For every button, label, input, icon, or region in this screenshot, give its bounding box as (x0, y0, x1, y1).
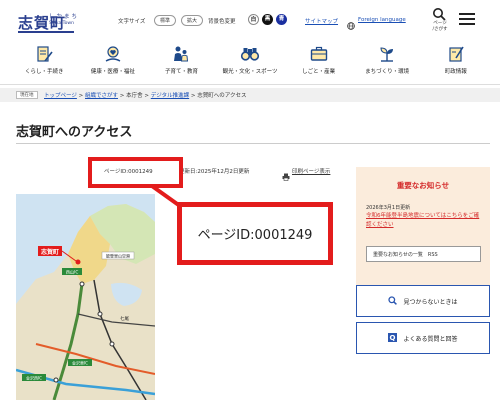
printer-icon (282, 166, 290, 181)
faq-label: よくある質問と回答 (403, 335, 458, 343)
site-logo-roman: Shika Town (49, 21, 74, 26)
breadcrumb-link-digital[interactable]: デジタル推進課 (151, 93, 189, 99)
notice-link-earthquake[interactable]: 令和6年能登半島地震についてはこちらをご確認ください (366, 212, 484, 230)
nav-label: 観光・文化・スポーツ (222, 69, 278, 75)
text-size-large-button[interactable]: 拡大 (181, 15, 204, 26)
nav-item-town[interactable]: まちづくり・環境 (353, 44, 422, 80)
search-icon (388, 295, 398, 307)
nav-label: 子育て・教育 (164, 69, 198, 75)
page-title: 志賀町へのアクセス (16, 125, 133, 140)
nav-item-health[interactable]: 健康・医療・福祉 (79, 44, 148, 80)
page-id-zoom-callout: ページID:0001249 (177, 202, 333, 265)
nav-label: しごと・産業 (302, 69, 336, 75)
breadcrumb-link-top[interactable]: トップページ (44, 93, 77, 99)
document-pen-icon (37, 46, 53, 62)
family-icon (174, 46, 189, 62)
nav-divider (0, 84, 500, 85)
faq-button[interactable]: Q よくある質問と回答 (356, 322, 490, 354)
menu-button[interactable] (459, 13, 475, 25)
page-id-zoom-text: ページID:0001249 (197, 228, 313, 243)
breadcrumb-current-tag: 現在地 (16, 91, 38, 99)
text-size-label: 文字サイズ (118, 19, 146, 25)
map-label-nanao: 七尾 (120, 315, 129, 322)
breadcrumb-link-organization[interactable]: 組織でさがす (85, 93, 118, 99)
not-found-label: 見つからないときは (403, 298, 458, 306)
map-label-nishiyama-ic: 西山IC (66, 269, 79, 276)
nav-label: 町政情報 (444, 69, 467, 75)
notice-list-button[interactable]: 重要なお知らせの一覧 RSS (366, 246, 481, 262)
sitemap-link[interactable]: サイトマップ (305, 17, 338, 25)
binoculars-icon (240, 48, 260, 61)
breadcrumb-separator: > (119, 93, 125, 99)
sprout-icon (380, 47, 394, 62)
globe-icon (347, 15, 355, 30)
site-logo-kana: しかまち (49, 14, 80, 20)
map-label-kanazawa-east-ic: 金沢東IC (72, 360, 88, 366)
nav-item-government[interactable]: 町政情報 (421, 44, 490, 80)
notice-date: 2026年3月1日更新 (366, 205, 411, 211)
bg-color-label: 背景色変更 (208, 19, 236, 25)
map-label-noto-airport: 能登里山空港 (106, 253, 130, 259)
question-icon: Q (388, 332, 398, 344)
important-notice-title: 重要なお知らせ (396, 181, 450, 190)
notebook-pen-icon (449, 46, 464, 62)
search-icon[interactable] (432, 6, 446, 21)
nav-label: まちづくり・環境 (365, 69, 410, 75)
bg-white-button[interactable]: 白 (248, 14, 259, 25)
breadcrumb-separator: > (78, 93, 84, 99)
foreign-language-link[interactable]: Foreign language (358, 17, 406, 23)
nav-item-work[interactable]: しごと・産業 (284, 44, 353, 80)
heart-hand-icon (105, 46, 121, 62)
nav-label: 健康・医療・福祉 (90, 69, 135, 75)
print-view-link[interactable]: 印刷ページ表示 (292, 167, 330, 175)
nav-item-living[interactable]: くらし・手続き (10, 44, 79, 80)
bg-black-button[interactable]: 黒 (262, 14, 273, 25)
title-divider (16, 143, 490, 144)
breadcrumb: トップページ > 組織でさがす > 本庁舎 > デジタル推進課 > 志賀町へのア… (44, 91, 246, 99)
nav-item-childcare[interactable]: 子育て・教育 (147, 44, 216, 80)
text-size-standard-button[interactable]: 標準 (154, 15, 177, 26)
nav-label: くらし・手続き (25, 69, 64, 75)
breadcrumb-separator: > (190, 93, 196, 99)
breadcrumb-separator: > (144, 93, 149, 99)
breadcrumb-item-current: 志賀町へのアクセス (197, 93, 247, 99)
briefcase-icon (310, 46, 327, 61)
map-label-kanazawa-west-ic: 金沢西IC (26, 375, 42, 381)
svg-text:Q: Q (390, 334, 396, 342)
nav-item-tourism[interactable]: 観光・文化・スポーツ (216, 44, 285, 80)
not-found-button[interactable]: 見つからないときは (356, 285, 490, 317)
map-place-label: 志賀町 (41, 248, 59, 256)
global-nav: くらし・手続き 健康・医療・福祉 子育て・教育 観光・文化・スポーツ しごと・産… (10, 44, 490, 80)
access-map: 志賀町 西山IC 能登里山空港 七尾 金沢東IC 金沢西IC (16, 194, 155, 400)
breadcrumb-item-main-office: 本庁舎 (126, 93, 143, 99)
search-caption: ページ /さがす (432, 21, 448, 32)
updated-date: 更新日:2025年12月2日更新 (179, 169, 250, 175)
logo-underline (18, 31, 74, 33)
bg-blue-button[interactable]: 青 (276, 14, 287, 25)
